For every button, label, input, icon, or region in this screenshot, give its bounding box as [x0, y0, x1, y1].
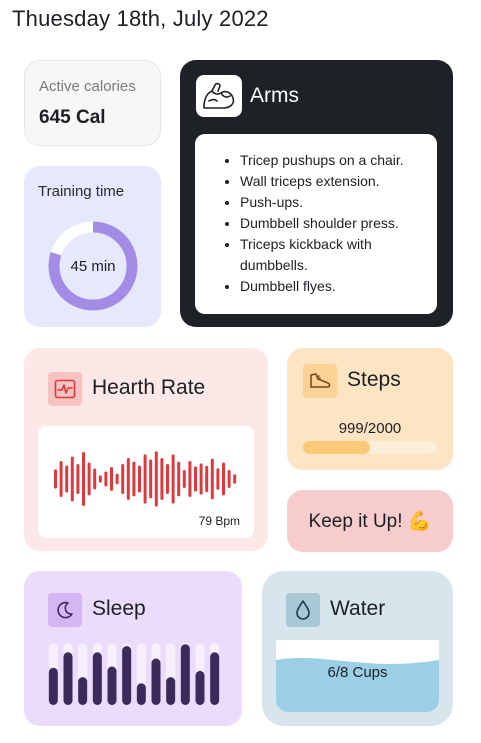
heart-wave-bar [82, 452, 85, 506]
heart-wave-bar [70, 456, 74, 502]
sleep-bar [122, 646, 132, 705]
motivation-badge: Keep it Up! 💪 [287, 490, 453, 552]
heart-rate-value: 79 Bpm [198, 514, 240, 528]
steps-count: 999/2000 [338, 420, 402, 437]
exercise-item: Wall triceps extension. [240, 171, 427, 192]
heart-wave-bar [93, 468, 97, 490]
water-value: 6/8 Cups [327, 664, 388, 681]
heart-wave-bar [166, 464, 169, 494]
arms-workout-card[interactable]: Arms Tricep pushups on a chair. Wall tri… [180, 60, 453, 327]
sleep-bar [210, 652, 220, 705]
exercise-item: Triceps kickback with dumbbells. [240, 234, 427, 276]
heart-wave-bar [182, 470, 186, 488]
exercise-item: Tricep pushups on a chair. [240, 150, 427, 171]
sleep-bar [151, 658, 161, 705]
heart-wave-bar [194, 466, 197, 492]
heart-wave-bar [98, 475, 102, 483]
steps-card[interactable]: Steps 999/2000 [287, 348, 453, 470]
steps-progress-bar [303, 441, 436, 454]
sleep-bar [136, 683, 146, 705]
sleep-bar [107, 666, 117, 705]
heart-wave-bar [233, 474, 237, 484]
heart-wave-bar [171, 454, 175, 504]
heart-wave-bar [143, 454, 147, 504]
sleep-chart [48, 643, 220, 705]
heart-wave-bar [188, 461, 192, 497]
training-label: Training time [38, 183, 125, 200]
flexed-arm-icon [196, 75, 242, 117]
sneaker-icon [303, 364, 337, 398]
exercise-item: Dumbbell shoulder press. [240, 213, 427, 234]
heart-wave-bar [59, 461, 63, 497]
training-time-card[interactable]: Training time 45 min [24, 166, 161, 327]
sleep-bar [166, 677, 176, 705]
water-title: Water [330, 597, 386, 620]
heart-rate-card[interactable]: Hearth Rate 79 Bpm [24, 348, 268, 551]
heart-wave-bar [104, 471, 108, 487]
sleep-bar [195, 670, 205, 705]
sleep-bar [63, 652, 73, 705]
heart-wave-bar [177, 461, 181, 497]
page-title: Thuesday 18th, July 2022 [12, 6, 269, 31]
moon-icon [48, 593, 82, 627]
heart-wave-bar [110, 467, 113, 491]
sleep-bar [48, 667, 58, 705]
heart-wave-bar [154, 451, 158, 507]
heart-wave-bar [227, 470, 231, 488]
steps-progress-fill [303, 441, 370, 454]
heart-wave-bar [132, 461, 136, 497]
heart-wave-bar [138, 465, 141, 493]
heart-rate-chart: 79 Bpm [38, 426, 254, 538]
heart-pulse-icon [48, 372, 82, 406]
heart-wave-bar [216, 468, 220, 490]
heart-wave-bar [222, 462, 225, 496]
heart-wave-bar [205, 465, 209, 493]
heart-wave-bar [149, 459, 153, 499]
water-level-gauge: 6/8 Cups [276, 640, 439, 712]
heart-wave-bar [65, 465, 69, 493]
sleep-bar [92, 652, 102, 705]
arms-title: Arms [250, 84, 299, 107]
sleep-bar [78, 677, 88, 705]
heart-wave-bar [87, 462, 91, 496]
exercise-item: Dumbbell flyes. [240, 276, 427, 297]
calories-label: Active calories [39, 78, 136, 95]
training-value: 45 min [70, 257, 116, 275]
heart-wave-bar [210, 458, 214, 500]
active-calories-card[interactable]: Active calories 645 Cal [24, 60, 161, 146]
heart-wave-bar [160, 458, 164, 500]
water-drop-icon [286, 593, 320, 627]
training-progress-ring: 45 min [46, 219, 140, 313]
sleep-title: Sleep [92, 597, 146, 620]
sleep-card[interactable]: Sleep [24, 571, 242, 726]
heart-wave-bar [115, 473, 119, 485]
exercise-item: Push-ups. [240, 192, 427, 213]
heart-wave-bar [199, 463, 203, 495]
exercise-list: Tricep pushups on a chair. Wall triceps … [195, 134, 437, 314]
calories-value: 645 Cal [39, 107, 106, 128]
steps-title: Steps [347, 368, 401, 391]
heart-wave-bar [121, 464, 125, 494]
sleep-bar [180, 644, 190, 705]
heart-rate-title: Hearth Rate [92, 376, 206, 399]
heart-wave-bar [76, 464, 80, 494]
heart-wave-bar [54, 469, 57, 489]
heart-wave-bar [126, 458, 130, 500]
water-card[interactable]: Water 6/8 Cups [262, 571, 453, 726]
